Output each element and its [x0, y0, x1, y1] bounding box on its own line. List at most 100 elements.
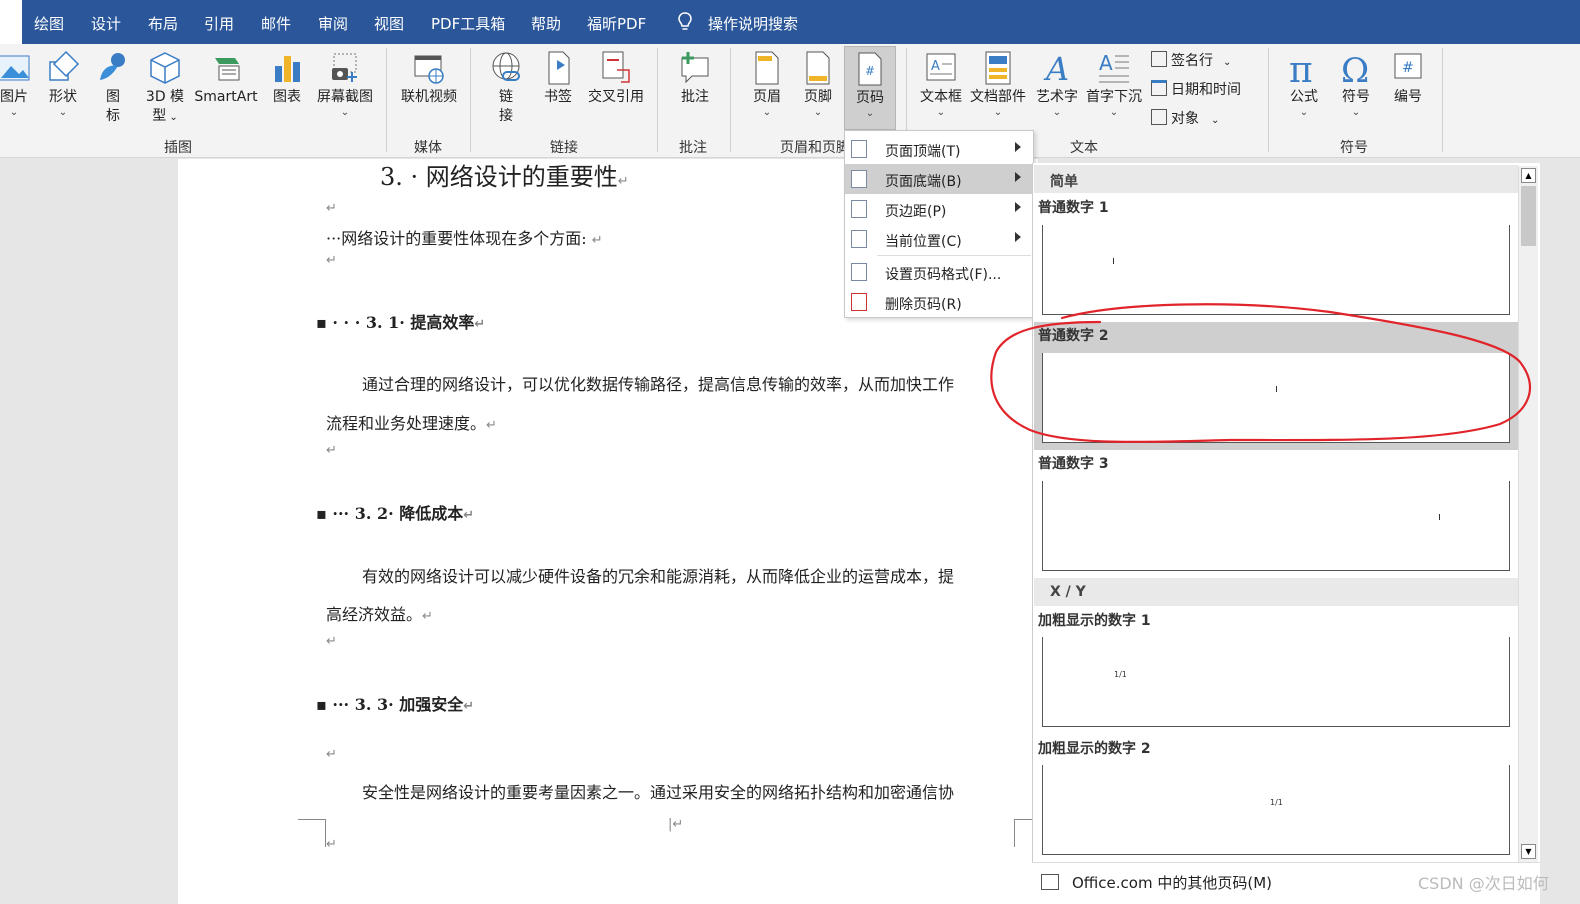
smartart-button[interactable]: SmartArt [191, 50, 261, 107]
tab-layout[interactable]: 布局 [148, 13, 178, 34]
tab-mailings[interactable]: 邮件 [261, 13, 291, 34]
header-button[interactable]: 页眉 ⌄ [747, 50, 787, 119]
pi-icon: π [1289, 50, 1313, 86]
paragraph-mark: ↵ [326, 634, 337, 649]
gallery-item-plain-number-2[interactable] [1042, 353, 1510, 443]
active-tab-fragment[interactable] [0, 0, 22, 44]
cross-reference-button[interactable]: 交叉引用 [584, 50, 648, 107]
svg-text:A: A [1099, 51, 1113, 75]
cross-reference-icon [602, 51, 630, 83]
paragraph-security-1: 安全性是网络设计的重要考量因素之一。通过采用安全的网络拓扑结构和加密通信协 [362, 783, 955, 802]
camera-icon [332, 53, 357, 82]
group-label-symbols: 符号 [1340, 140, 1368, 156]
gallery-label-plain-2: 普通数字 2 [1038, 328, 1109, 344]
watermark: CSDN @次日如何 [1418, 874, 1549, 893]
quick-parts-button[interactable]: 文档部件 ⌄ [968, 50, 1028, 119]
drop-cap-button[interactable]: A 首字下沉 ⌄ [1084, 50, 1144, 119]
footer-button[interactable]: 页脚 ⌄ [798, 50, 838, 119]
footer-icon [806, 51, 830, 85]
signature-line-button[interactable]: 签名行 ⌄ [1151, 50, 1231, 70]
page-number-marker [1113, 258, 1114, 264]
object-button[interactable]: 对象 ⌄ [1151, 108, 1219, 128]
tab-references[interactable]: 引用 [204, 13, 234, 34]
chevron-down-icon: ⌄ [813, 107, 823, 118]
scroll-thumb[interactable] [1521, 186, 1536, 246]
group-label-text: 文本 [1070, 140, 1098, 156]
svg-text:#: # [865, 64, 875, 78]
chevron-down-icon: ⌄ [936, 107, 946, 118]
online-video-button[interactable]: 联机视频 [396, 50, 462, 107]
menu-item-current-position[interactable]: 当前位置(C) [845, 224, 1033, 254]
page-margin-icon [851, 200, 867, 218]
gallery-item-plain-number-1[interactable] [1042, 225, 1510, 315]
menu-item-format-page-numbers[interactable]: 设置页码格式(F)... [845, 257, 1033, 287]
page-number-button[interactable]: # 页码 ⌄ [844, 46, 896, 130]
tab-view[interactable]: 视图 [374, 13, 404, 34]
gallery-item-plain-number-3[interactable] [1042, 481, 1510, 571]
paragraph-efficiency-1: 通过合理的网络设计，可以优化数据传输路径，提高信息传输的效率，从而加快工作 [362, 375, 955, 394]
wordart-button[interactable]: A 艺术字 ⌄ [1032, 50, 1082, 119]
subheading-security: ▪ ··· 3. 3· 加强安全↵ [316, 695, 475, 714]
chevron-down-icon: ⌄ [1052, 107, 1062, 118]
gallery-item-bold-number-2[interactable]: 1/1 [1042, 765, 1510, 855]
chart-button[interactable]: 图表 [268, 50, 306, 107]
bookmark-icon [548, 51, 570, 85]
tab-review[interactable]: 审阅 [318, 13, 348, 34]
number-button[interactable]: # 编号 [1386, 50, 1430, 107]
chevron-down-icon: ⌄ [58, 107, 68, 118]
margin-corner-left [298, 819, 326, 847]
chevron-down-icon: ⌄ [1109, 107, 1119, 118]
picture-button[interactable]: 图片 ⌄ [0, 50, 34, 119]
svg-text:π: π [1289, 50, 1313, 86]
tab-draw[interactable]: 绘图 [34, 13, 64, 34]
intro-paragraph: ···网络设计的重要性体现在多个方面: ↵ [326, 229, 603, 248]
menu-item-remove-page-numbers[interactable]: 删除页码(R) [845, 287, 1033, 317]
icons-button[interactable]: 图标 [93, 50, 133, 126]
menu-item-top-of-page[interactable]: 页面顶端(T) [845, 134, 1033, 164]
gallery-item-bold-number-1[interactable]: 1/1 [1042, 637, 1510, 727]
page-number-menu: 页面顶端(T) 页面底端(B) 页边距(P) 当前位置(C) 设置页码格式(F)… [844, 130, 1034, 318]
equation-button[interactable]: π 公式 ⌄ [1282, 50, 1326, 119]
gallery-section-xy: X / Y [1034, 578, 1518, 606]
header-icon [755, 51, 779, 85]
screenshot-button[interactable]: 屏幕截图 ⌄ [312, 50, 378, 119]
signature-icon [1151, 51, 1167, 67]
smartart-icon [215, 58, 240, 81]
menu-item-bottom-of-page[interactable]: 页面底端(B) [845, 164, 1033, 194]
tab-pdf-toolbox[interactable]: PDF工具箱 [431, 13, 505, 34]
symbol-button[interactable]: Ω 符号 ⌄ [1334, 50, 1378, 119]
scroll-down-icon[interactable]: ▼ [1521, 844, 1536, 859]
comment-button[interactable]: 批注 [674, 50, 716, 107]
shapes-button[interactable]: 形状 ⌄ [41, 50, 85, 119]
3d-models-button[interactable]: 3D 模型 ⌄ [142, 50, 188, 127]
tab-design[interactable]: 设计 [91, 13, 121, 34]
date-time-button[interactable]: 日期和时间 [1151, 79, 1241, 99]
tell-me-search[interactable]: 操作说明搜索 [708, 13, 798, 34]
paragraph-efficiency-2: 流程和业务处理速度。↵ [326, 414, 497, 433]
page-bottom-icon [851, 170, 867, 188]
object-icon [1151, 109, 1167, 125]
bar-chart-icon [275, 56, 300, 82]
wordart-icon: A [1043, 50, 1069, 86]
scroll-up-icon[interactable]: ▲ [1521, 168, 1536, 183]
gallery-scrollbar[interactable]: ▲ ▼ [1518, 166, 1538, 862]
paragraph-mark: ↵ [326, 253, 337, 268]
submenu-arrow-icon [1015, 202, 1021, 212]
page-bottom-gallery: 简单 普通数字 1 普通数字 2 普通数字 3 X / Y 加粗显示的数字 1 … [1032, 163, 1540, 904]
format-icon [851, 263, 867, 281]
lightbulb-icon [678, 12, 692, 30]
menu-item-page-margins[interactable]: 页边距(P) [845, 194, 1033, 224]
svg-text:Ω: Ω [1341, 51, 1369, 86]
svg-text:A: A [1043, 50, 1069, 86]
tab-foxit-pdf[interactable]: 福昕PDF [587, 13, 646, 34]
shapes-icon [49, 50, 80, 81]
section-heading: 3. · 网络设计的重要性↵ [380, 163, 629, 191]
gallery-label-bold-1: 加粗显示的数字 1 [1038, 613, 1151, 629]
bookmark-button[interactable]: 书签 [538, 50, 578, 107]
section-break-mark: |↵ [668, 817, 684, 832]
paragraph-cost-1: 有效的网络设计可以减少硬件设备的冗余和能源消耗，从而降低企业的运营成本，提 [362, 567, 955, 586]
tab-help[interactable]: 帮助 [531, 13, 561, 34]
link-button[interactable]: 链接 [486, 50, 526, 126]
remove-icon [851, 293, 867, 311]
textbox-button[interactable]: A 文本框 ⌄ [916, 50, 966, 119]
